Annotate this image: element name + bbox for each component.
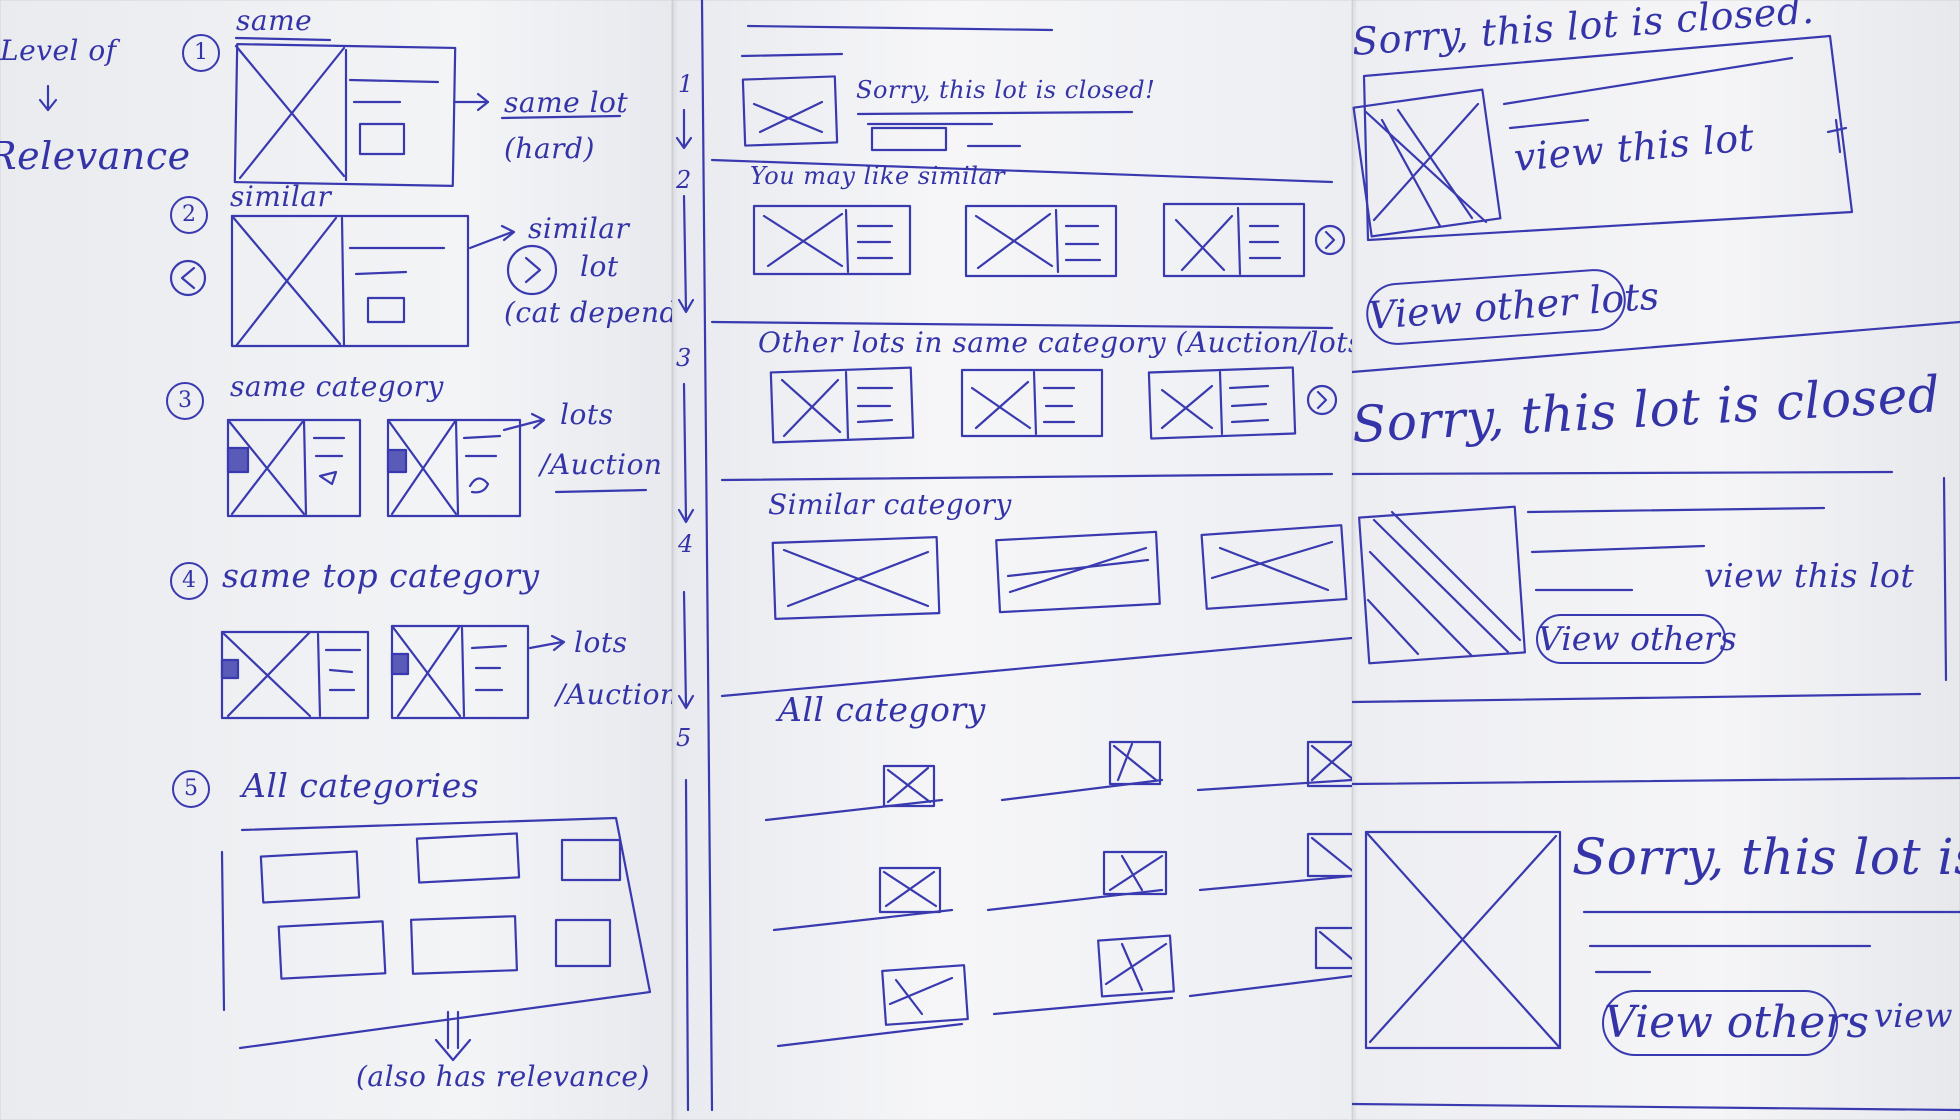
variant-3-view-others-button[interactable]: View others [1602,990,1869,1056]
level-3-note-1: lots [560,398,614,431]
variant-2-view-lot-link[interactable]: view this lot [1704,556,1914,595]
level-2-note-2: lot [580,250,619,283]
section-marker-4: 4 [678,530,694,558]
section-marker-2: 2 [676,166,692,194]
section-marker-5: 5 [676,724,692,752]
section-marker-1: 1 [678,70,694,98]
level-1-note-1: same lot [504,86,629,119]
level-3-marker: 3 [166,382,204,420]
level-2-title: similar [230,180,332,213]
closed-lot-variants-page: Sorry, this lot is closed. view this lot… [1352,0,1960,1120]
variant-2-view-others-button[interactable]: View others [1536,614,1737,664]
level-4-note-1: lots [574,626,628,659]
level-5-marker: 5 [172,770,210,808]
relevance-levels-page: Level of Relevance 1 same same lot (hard… [0,0,672,1120]
level-header-line1: Level of [0,34,117,67]
level-5-note: (also has relevance) [356,1060,650,1093]
level-5-title: All categories [242,766,480,805]
closed-lot-wireframe-page: 1 2 3 4 5 Sorry, this lot is closed! You… [672,0,1352,1120]
level-1-title: same [236,4,313,37]
level-3-title: same category [230,370,444,403]
sketch-canvas: Level of Relevance 1 same same lot (hard… [0,0,1960,1120]
level-4-marker: 4 [170,562,208,600]
section-title-all-category: All category [778,690,986,729]
level-4-note-2: /Auction [556,678,672,711]
section-marker-3: 3 [676,344,692,372]
level-3-note-2: /Auction [540,448,663,481]
level-2-note-1: similar [528,212,630,245]
level-1-marker: 1 [182,34,220,72]
level-header-line2: Relevance [0,134,191,178]
level-2-marker: 2 [170,196,208,234]
level-1-note-2: (hard) [504,132,595,165]
variant-3-heading: Sorry, this lot is cl [1572,828,1960,886]
level-4-title: same top category [222,556,540,595]
section-title-similar: You may like similar [750,162,1006,190]
section-title-similar-category: Similar category [768,488,1012,521]
variant-3-view-lot-link[interactable]: view t [1874,996,1960,1035]
section-title-same-category: Other lots in same category (Auction/lot… [758,326,1352,359]
level-2-note-3: (cat depends) [504,296,672,329]
closed-lot-notice: Sorry, this lot is closed! [856,76,1156,104]
